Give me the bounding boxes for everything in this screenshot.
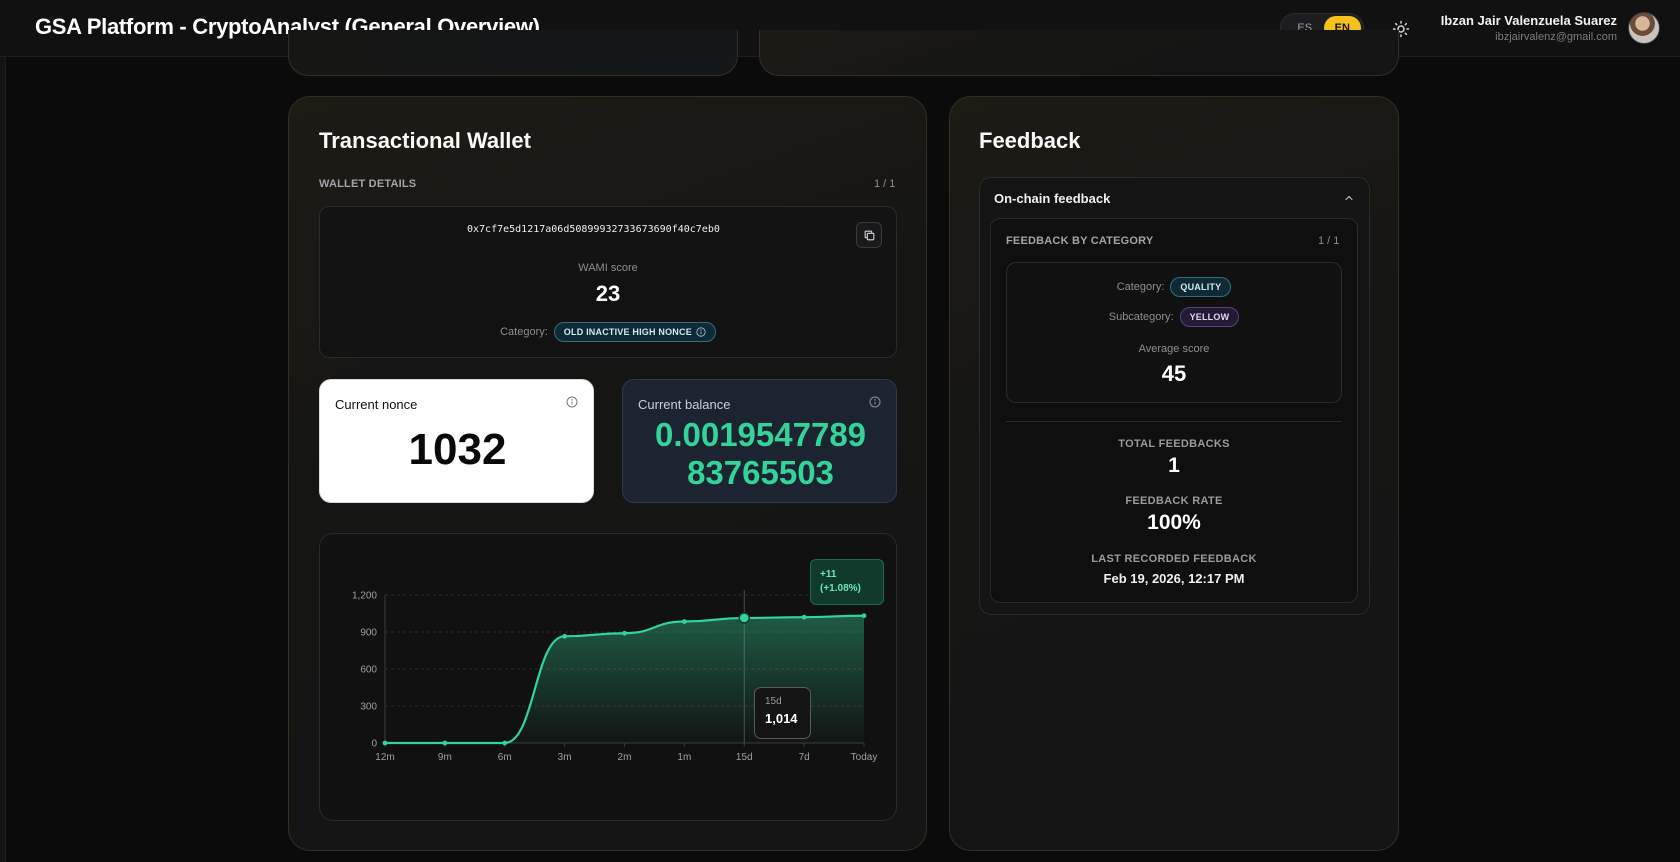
current-balance-value-line2: 83765503 [687,454,834,491]
user-email: ibzjairvalenz@gmail.com [1495,31,1617,43]
average-score-label: Average score [1138,343,1210,355]
current-balance-value-line1: 0.0019547789 [654,416,867,453]
feedback-by-category-label: FEEDBACK BY CATEGORY [1006,235,1154,247]
y-tick-label: 900 [360,628,377,639]
wallet-pager: 1 / 1 [874,178,896,190]
change-indicator: +11 (+1.08%) [810,559,884,605]
feedback-rate-label: FEEDBACK RATE [1125,495,1223,507]
data-point[interactable] [801,614,807,620]
total-feedbacks-value: 1 [1168,454,1180,477]
data-point[interactable] [442,740,448,746]
wallet-category-label: Category: [500,326,548,338]
nonce-chart-panel: 0 300 600 900 1,200 12m 9m 6m 3m 2m 1m 15d 7d Today +… [319,533,897,821]
tooltip-label: 15d [765,696,782,707]
info-icon[interactable] [869,396,881,408]
data-point[interactable] [622,630,627,636]
x-tick-label: 15d [736,752,753,763]
y-tick-label: 300 [360,702,377,713]
data-point[interactable] [562,633,568,639]
avatar[interactable] [1628,12,1660,44]
left-rail [0,57,6,862]
change-percent: (+1.08%) [820,583,861,594]
info-icon[interactable] [566,396,578,408]
x-tick-label: Today [851,752,878,763]
chart-tooltip: 15d 1,014 [754,687,811,739]
feedback-subcategory-label: Subcategory: [1108,311,1174,323]
last-feedback-value: Feb 19, 2026, 12:17 PM [1103,571,1245,586]
wami-score-value: 23 [595,281,621,306]
feedback-pager: 1 / 1 [1318,235,1340,247]
wallet-card-title: Transactional Wallet [319,128,531,153]
wallet-address: 0x7cf7e5d1217a06d50899932733673690f40c7e… [467,224,720,235]
data-point[interactable] [681,619,687,624]
feedback-subcategory-badge: YELLOW [1179,307,1240,327]
last-feedback-label: LAST RECORDED FEEDBACK [1091,553,1257,565]
x-tick-label: 3m [558,752,572,763]
copy-address-button[interactable] [856,222,882,248]
user-info[interactable]: Ibzan Jair Valenzuela Suarez ibzjairvale… [1441,13,1617,43]
feedback-category-badge: QUALITY [1170,277,1232,297]
wallet-category-value: OLD INACTIVE HIGH NONCE [563,327,692,337]
onchain-feedback-header[interactable]: On-chain feedback [979,177,1370,217]
total-feedbacks-label: TOTAL FEEDBACKS [1118,438,1230,450]
tooltip-value: 1,014 [765,711,798,726]
wallet-category-badge: OLD INACTIVE HIGH NONCE [553,322,716,342]
info-icon[interactable] [696,327,706,337]
x-tick-label: 2m [618,752,632,763]
total-feedbacks-kpi: TOTAL FEEDBACKS 1 [1006,438,1342,478]
wami-score-label: WAMI score [578,262,638,274]
feedback-rate-kpi: FEEDBACK RATE 100% [1006,495,1342,535]
x-tick-label: 7d [799,752,810,763]
wallet-category-row: Category: OLD INACTIVE HIGH NONCE [319,322,897,342]
onchain-feedback-label: On-chain feedback [994,191,1111,206]
average-score-value: 45 [1161,361,1187,386]
feedback-rate-value: 100% [1147,511,1201,534]
previous-card-stub-left [288,30,738,76]
chevron-up-icon[interactable] [1343,192,1355,204]
feedback-category-row: Category: QUALITY [1006,277,1342,297]
data-point[interactable] [382,740,388,746]
copy-icon [864,230,874,240]
y-tick-label: 1,200 [352,591,377,602]
x-tick-label: 1m [677,752,691,763]
data-point[interactable] [861,613,867,619]
previous-card-stub-right [759,30,1399,76]
x-tick-label: 9m [438,752,452,763]
change-absolute: +11 [820,569,837,580]
feedback-divider [1006,421,1342,422]
last-feedback-kpi: LAST RECORDED FEEDBACK Feb 19, 2026, 12:… [1006,553,1342,586]
y-tick-label: 0 [371,739,377,750]
x-tick-label: 6m [498,752,512,763]
wallet-details-label: WALLET DETAILS [319,178,417,190]
current-nonce-card: Current nonce 1032 [319,379,594,503]
data-point[interactable] [502,740,508,746]
feedback-card-title: Feedback [979,128,1081,153]
feedback-category-label: Category: [1116,281,1165,293]
current-balance-card: Current balance 0.0019547789 83765503 [622,379,897,503]
user-name: Ibzan Jair Valenzuela Suarez [1440,13,1617,28]
current-nonce-value: 1032 [408,425,507,474]
current-nonce-label: Current nonce [335,397,418,412]
y-tick-label: 600 [360,665,377,676]
x-tick-label: 12m [375,752,394,763]
feedback-subcategory-row: Subcategory: YELLOW [1006,307,1342,327]
current-balance-label: Current balance [638,397,731,412]
data-point[interactable] [738,612,750,624]
